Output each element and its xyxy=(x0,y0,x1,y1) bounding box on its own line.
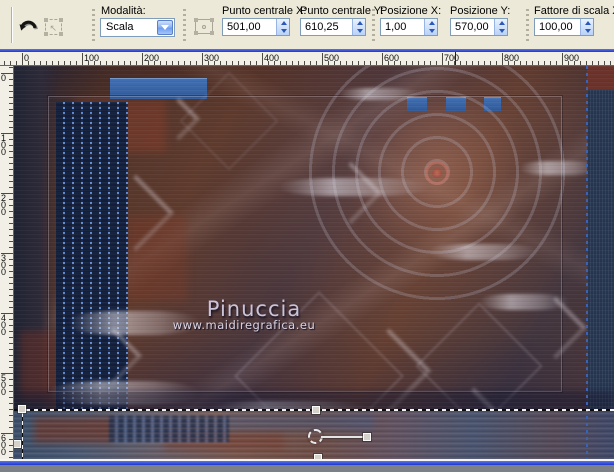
tool-options-toolbar: ↖ Modalità: Scala Punto centrale X: 501,… xyxy=(0,0,614,49)
scale-factor-x-input[interactable]: 100,00 xyxy=(534,18,594,36)
texture-noise xyxy=(14,66,614,459)
position-x-input[interactable]: 1,00 xyxy=(380,18,438,36)
position-y-spinner[interactable] xyxy=(494,19,507,35)
vertical-ruler: 0 100 200 300 400 500 600 xyxy=(0,66,14,459)
toolbar-grip xyxy=(526,9,529,41)
spin-down-button[interactable] xyxy=(425,27,438,35)
center-x-label: Punto centrale X: xyxy=(222,5,307,17)
transform-box-icon xyxy=(194,18,214,35)
artwork-watermark-text: www.maidiregrafica.eu xyxy=(172,318,316,332)
spin-down-button[interactable] xyxy=(277,27,290,35)
spin-down-button[interactable] xyxy=(581,27,594,35)
spin-up-button[interactable] xyxy=(425,19,438,27)
position-x-spinner[interactable] xyxy=(424,19,437,35)
spin-up-icon xyxy=(280,21,287,25)
center-y-spinner[interactable] xyxy=(352,19,365,35)
spin-down-icon xyxy=(356,29,363,33)
transform-handle-top-center[interactable] xyxy=(312,406,320,414)
position-x-label: Posizione X: xyxy=(380,5,442,17)
toolbar-grip xyxy=(372,9,375,41)
toolbar-divider xyxy=(11,7,13,43)
chevron-down-icon xyxy=(161,25,169,30)
horizontal-ruler: 0 100 200 300 400 500 600 700 800 900 xyxy=(0,52,614,66)
selection-box-icon: ↖ xyxy=(43,17,63,36)
apply-transform-button[interactable] xyxy=(17,16,39,37)
toolbar-grip xyxy=(183,9,186,41)
scale-factor-x-value: 100,00 xyxy=(539,21,573,33)
transform-handle-left-middle[interactable] xyxy=(14,440,21,448)
scale-factor-x-label: Fattore di scala X (% xyxy=(534,5,614,17)
app-window: ↖ Modalità: Scala Punto centrale X: 501,… xyxy=(0,0,614,472)
position-y-input[interactable]: 570,00 xyxy=(450,18,508,36)
rotation-handle[interactable] xyxy=(363,433,371,441)
spin-up-button[interactable] xyxy=(277,19,290,27)
center-y-input[interactable]: 610,25 xyxy=(300,18,366,36)
spin-down-icon xyxy=(498,29,505,33)
center-x-input[interactable]: 501,00 xyxy=(222,18,290,36)
position-y-label: Posizione Y: xyxy=(450,5,511,17)
center-y-value: 610,25 xyxy=(305,21,339,33)
mode-combobox[interactable]: Scala xyxy=(100,18,175,37)
rotation-arm xyxy=(321,436,365,438)
curved-arrow-icon xyxy=(19,20,38,31)
selection-marquee-left xyxy=(22,409,23,459)
spin-up-icon xyxy=(356,21,363,25)
spin-up-icon xyxy=(584,21,591,25)
status-strip xyxy=(0,465,614,472)
position-y-value: 570,00 xyxy=(455,21,489,33)
center-x-spinner[interactable] xyxy=(276,19,289,35)
spin-down-button[interactable] xyxy=(495,27,508,35)
spin-up-icon xyxy=(498,21,505,25)
spin-up-button[interactable] xyxy=(581,19,594,27)
scale-factor-x-spinner[interactable] xyxy=(580,19,593,35)
spin-down-icon xyxy=(584,29,591,33)
spin-down-icon xyxy=(280,29,287,33)
spin-down-icon xyxy=(428,29,435,33)
spin-up-icon xyxy=(428,21,435,25)
image-canvas[interactable]: Pinuccia www.maidiregrafica.eu xyxy=(14,66,614,459)
spin-up-button[interactable] xyxy=(495,19,508,27)
spin-down-button[interactable] xyxy=(353,27,366,35)
center-x-value: 501,00 xyxy=(227,21,261,33)
mode-value: Scala xyxy=(106,21,134,33)
position-x-value: 1,00 xyxy=(385,21,407,33)
combo-dropdown-button[interactable] xyxy=(157,20,173,35)
transform-box-button xyxy=(193,16,215,37)
selection-mode-button: ↖ xyxy=(42,16,64,37)
spin-up-button[interactable] xyxy=(353,19,366,27)
mode-label: Modalità: xyxy=(101,5,146,17)
toolbar-grip xyxy=(92,9,95,41)
transform-handle-top-left[interactable] xyxy=(18,405,26,413)
image-edge-marquee xyxy=(586,66,588,459)
